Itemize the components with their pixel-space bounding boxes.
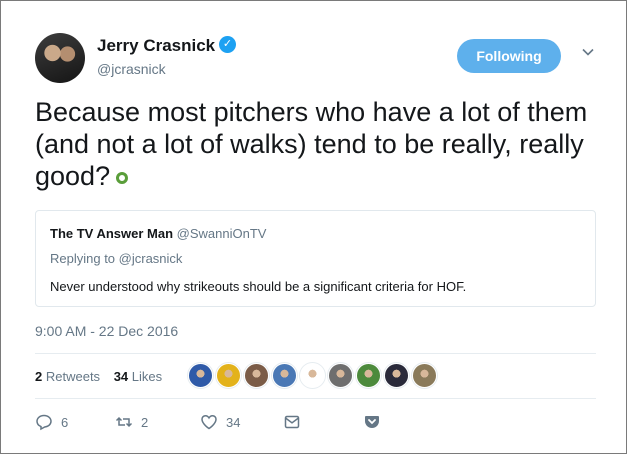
likes-count: 34	[113, 369, 129, 384]
reply-icon	[36, 414, 52, 431]
retweet-button[interactable]: 2	[115, 413, 200, 431]
direct-message-button[interactable]	[283, 413, 363, 431]
verified-badge-icon: ✓	[219, 36, 236, 53]
quoted-reply-context: Replying to @jcrasnick	[50, 251, 183, 266]
pocket-button[interactable]	[363, 413, 381, 431]
divider	[35, 353, 596, 354]
liker-avatar[interactable]	[412, 363, 437, 388]
liker-avatar[interactable]	[188, 363, 213, 388]
like-button[interactable]: 34	[200, 413, 283, 431]
chevron-down-icon[interactable]	[579, 45, 597, 63]
divider	[35, 398, 596, 399]
author-handle[interactable]: @jcrasnick	[97, 61, 166, 77]
quoted-author-name: The TV Answer Man	[50, 226, 174, 241]
tweet-card: Jerry Crasnick ✓ @jcrasnick Following Be…	[0, 0, 627, 454]
heart-icon	[201, 414, 217, 430]
like-count: 34	[226, 414, 241, 430]
quoted-tweet[interactable]: The TV Answer Man @SwanniOnTV Replying t…	[35, 210, 596, 307]
tweet-stats: 2 Retweets 34 Likes	[35, 369, 172, 384]
liker-avatar[interactable]	[272, 363, 297, 388]
quoted-author: The TV Answer Man @SwanniOnTV	[50, 226, 266, 241]
liker-avatar[interactable]	[384, 363, 409, 388]
following-button[interactable]: Following	[457, 39, 561, 73]
emoji-icon	[116, 171, 129, 184]
author-avatar[interactable]	[35, 33, 85, 83]
author-name[interactable]: Jerry Crasnick	[97, 36, 215, 56]
quoted-text: Never understood why strikeouts should b…	[50, 279, 467, 294]
retweet-count: 2	[141, 414, 149, 430]
liker-avatar[interactable]	[216, 363, 241, 388]
liker-avatar[interactable]	[244, 363, 269, 388]
likes-label: Likes	[131, 369, 163, 384]
retweets-label: Retweets	[45, 369, 101, 384]
liker-avatar[interactable]	[356, 363, 381, 388]
tweet-text: Because most pitchers who have a lot of …	[35, 96, 605, 192]
reply-count: 6	[61, 414, 69, 430]
retweet-icon	[115, 416, 133, 428]
liker-avatar[interactable]	[300, 363, 325, 388]
tweet-timestamp[interactable]: 9:00 AM - 22 Dec 2016	[35, 323, 178, 339]
liker-avatars	[188, 363, 437, 389]
envelope-icon	[284, 415, 300, 429]
retweets-count: 2	[35, 369, 43, 384]
action-bar: 6 2 34	[35, 413, 381, 431]
retweets-stat[interactable]: 2 Retweets	[35, 369, 100, 384]
likes-stat[interactable]: 34 Likes	[114, 369, 162, 384]
pocket-icon	[365, 416, 379, 428]
reply-button[interactable]: 6	[35, 413, 115, 431]
quoted-author-handle: @SwanniOnTV	[176, 226, 267, 241]
liker-avatar[interactable]	[328, 363, 353, 388]
